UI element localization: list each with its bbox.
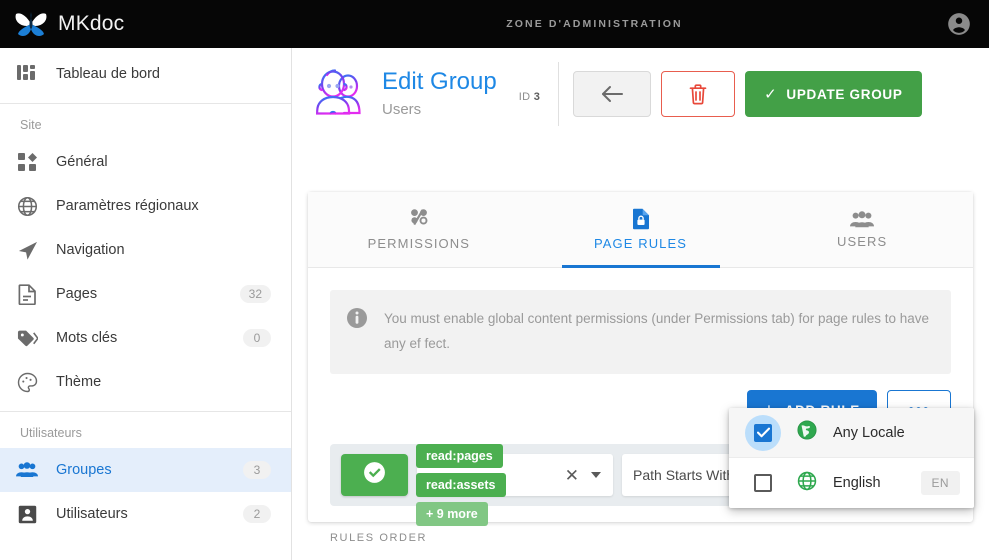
sidebar-item-pages[interactable]: Pages 32 bbox=[0, 272, 291, 316]
sidebar-item-label: Mots clés bbox=[56, 330, 118, 346]
arrow-left-icon bbox=[600, 84, 624, 104]
widgets-icon bbox=[14, 149, 40, 175]
permissions-notice: You must enable global content permissio… bbox=[330, 290, 951, 374]
check-icon: ✓ bbox=[764, 86, 778, 103]
sidebar-item-navigation[interactable]: Navigation bbox=[0, 228, 291, 272]
delete-button[interactable] bbox=[661, 71, 736, 117]
trash-icon bbox=[689, 83, 707, 105]
caret-down-icon bbox=[591, 472, 601, 478]
locale-option-english[interactable]: English EN bbox=[729, 458, 974, 508]
group-id: ID 3 bbox=[519, 85, 540, 103]
globe-icon bbox=[14, 193, 40, 219]
rules-order-text: Rules are applied in order of path speci… bbox=[330, 556, 951, 560]
page-title: Edit Group bbox=[382, 68, 497, 95]
sidebar-item-count: 32 bbox=[239, 285, 271, 303]
permissions-notice-text: You must enable global content permissio… bbox=[384, 311, 930, 351]
permissions-icon bbox=[408, 208, 430, 230]
sidebar-item-count: 3 bbox=[243, 461, 271, 479]
tab-label: PERMISSIONS bbox=[367, 236, 471, 251]
sidebar-item-groupes[interactable]: Groupes 3 bbox=[0, 448, 291, 492]
checkbox-unchecked[interactable] bbox=[745, 465, 781, 501]
tab-permissions[interactable]: PERMISSIONS bbox=[308, 192, 530, 267]
sidebar-item-label: Thème bbox=[56, 374, 102, 390]
groups-icon bbox=[14, 457, 40, 483]
back-button[interactable] bbox=[573, 71, 652, 117]
sidebar-group-title-site: Site bbox=[20, 118, 42, 132]
tab-page-rules[interactable]: PAGE RULES bbox=[530, 192, 752, 267]
navigation-arrow-icon bbox=[14, 237, 40, 263]
brand[interactable]: MKdoc bbox=[0, 9, 300, 39]
rule-match-label: Path Starts With... bbox=[633, 467, 746, 483]
brand-name: MKdoc bbox=[58, 12, 125, 35]
page-document-icon bbox=[14, 281, 40, 307]
sidebar-item-dashboard[interactable]: Tableau de bord bbox=[0, 52, 291, 96]
sidebar-item-label: Pages bbox=[56, 286, 98, 302]
globe-green-icon bbox=[797, 471, 817, 496]
rule-permission-chips: read:pages read:assets + 9 more bbox=[416, 444, 506, 526]
tab-label: PAGE RULES bbox=[593, 236, 688, 251]
sidebar-item-label: Navigation bbox=[56, 242, 125, 258]
sidebar-item-label: Général bbox=[56, 154, 108, 170]
locale-option-any[interactable]: Any Locale bbox=[729, 408, 974, 458]
sidebar-item-label: Groupes bbox=[56, 462, 112, 478]
permission-chip[interactable]: read:assets bbox=[416, 473, 506, 497]
butterfly-logo-icon bbox=[14, 9, 48, 39]
sidebar: Tableau de bord Site Général Paramètres … bbox=[0, 48, 292, 560]
group-id-value: 3 bbox=[533, 91, 541, 103]
locale-option-label: Any Locale bbox=[833, 424, 905, 441]
sidebar-item-label: Paramètres régionaux bbox=[56, 198, 199, 214]
rules-order-section: RULES ORDER Rules are applied in order o… bbox=[308, 506, 973, 560]
sidebar-item-count: 0 bbox=[243, 329, 271, 347]
sidebar-item-keywords[interactable]: Mots clés 0 bbox=[0, 316, 291, 360]
dashboard-icon bbox=[14, 61, 40, 87]
page-lock-icon bbox=[632, 208, 650, 230]
rule-enabled-toggle[interactable] bbox=[341, 454, 408, 496]
tab-bar: PERMISSIONS PAGE RULES USERS bbox=[308, 192, 973, 268]
page-header: Edit Group Users ID 3 ✓ UPDATE GROUP bbox=[292, 48, 989, 140]
check-circle-icon bbox=[362, 460, 387, 490]
sidebar-group-title-users: Utilisateurs bbox=[20, 426, 82, 440]
sidebar-item-utilisateurs[interactable]: Utilisateurs 2 bbox=[0, 492, 291, 536]
tags-icon bbox=[14, 325, 40, 351]
tab-users[interactable]: USERS bbox=[751, 192, 973, 267]
sidebar-item-theme[interactable]: Thème bbox=[0, 360, 291, 404]
account-circle-icon bbox=[946, 11, 972, 37]
locale-option-code: EN bbox=[920, 471, 960, 495]
top-bar: MKdoc ZONE D'ADMINISTRATION bbox=[0, 0, 989, 48]
tab-label: USERS bbox=[837, 233, 888, 249]
sidebar-item-label: Tableau de bord bbox=[56, 66, 160, 82]
close-x-icon[interactable]: ✕ bbox=[565, 467, 579, 484]
locale-dropdown-menu: Any Locale English EN bbox=[729, 408, 974, 508]
globe-green-icon bbox=[797, 420, 817, 445]
user-badge-icon bbox=[14, 501, 40, 527]
group-id-label: ID bbox=[518, 91, 531, 103]
admin-zone-label: ZONE D'ADMINISTRATION bbox=[506, 18, 683, 30]
rules-order-title: RULES ORDER bbox=[330, 532, 428, 544]
header-divider bbox=[558, 62, 560, 126]
sidebar-item-count: 2 bbox=[243, 505, 271, 523]
permission-chip-more[interactable]: + 9 more bbox=[416, 502, 488, 526]
sidebar-item-label: Utilisateurs bbox=[56, 506, 128, 522]
palette-icon bbox=[14, 369, 40, 395]
checkbox-checked[interactable] bbox=[745, 414, 781, 451]
page-subtitle: Users bbox=[382, 101, 422, 118]
info-icon bbox=[346, 307, 368, 334]
permission-chip[interactable]: read:pages bbox=[416, 444, 503, 468]
users-icon bbox=[850, 210, 875, 228]
sidebar-item-locales[interactable]: Paramètres régionaux bbox=[0, 184, 291, 228]
sidebar-item-general[interactable]: Général bbox=[0, 140, 291, 184]
group-people-illustration bbox=[308, 62, 372, 126]
header-actions: ✓ UPDATE GROUP bbox=[573, 71, 922, 117]
update-group-label: UPDATE GROUP bbox=[786, 86, 903, 102]
locale-option-label: English bbox=[833, 475, 881, 491]
account-menu-button[interactable] bbox=[929, 11, 989, 37]
update-group-button[interactable]: ✓ UPDATE GROUP bbox=[745, 71, 922, 117]
